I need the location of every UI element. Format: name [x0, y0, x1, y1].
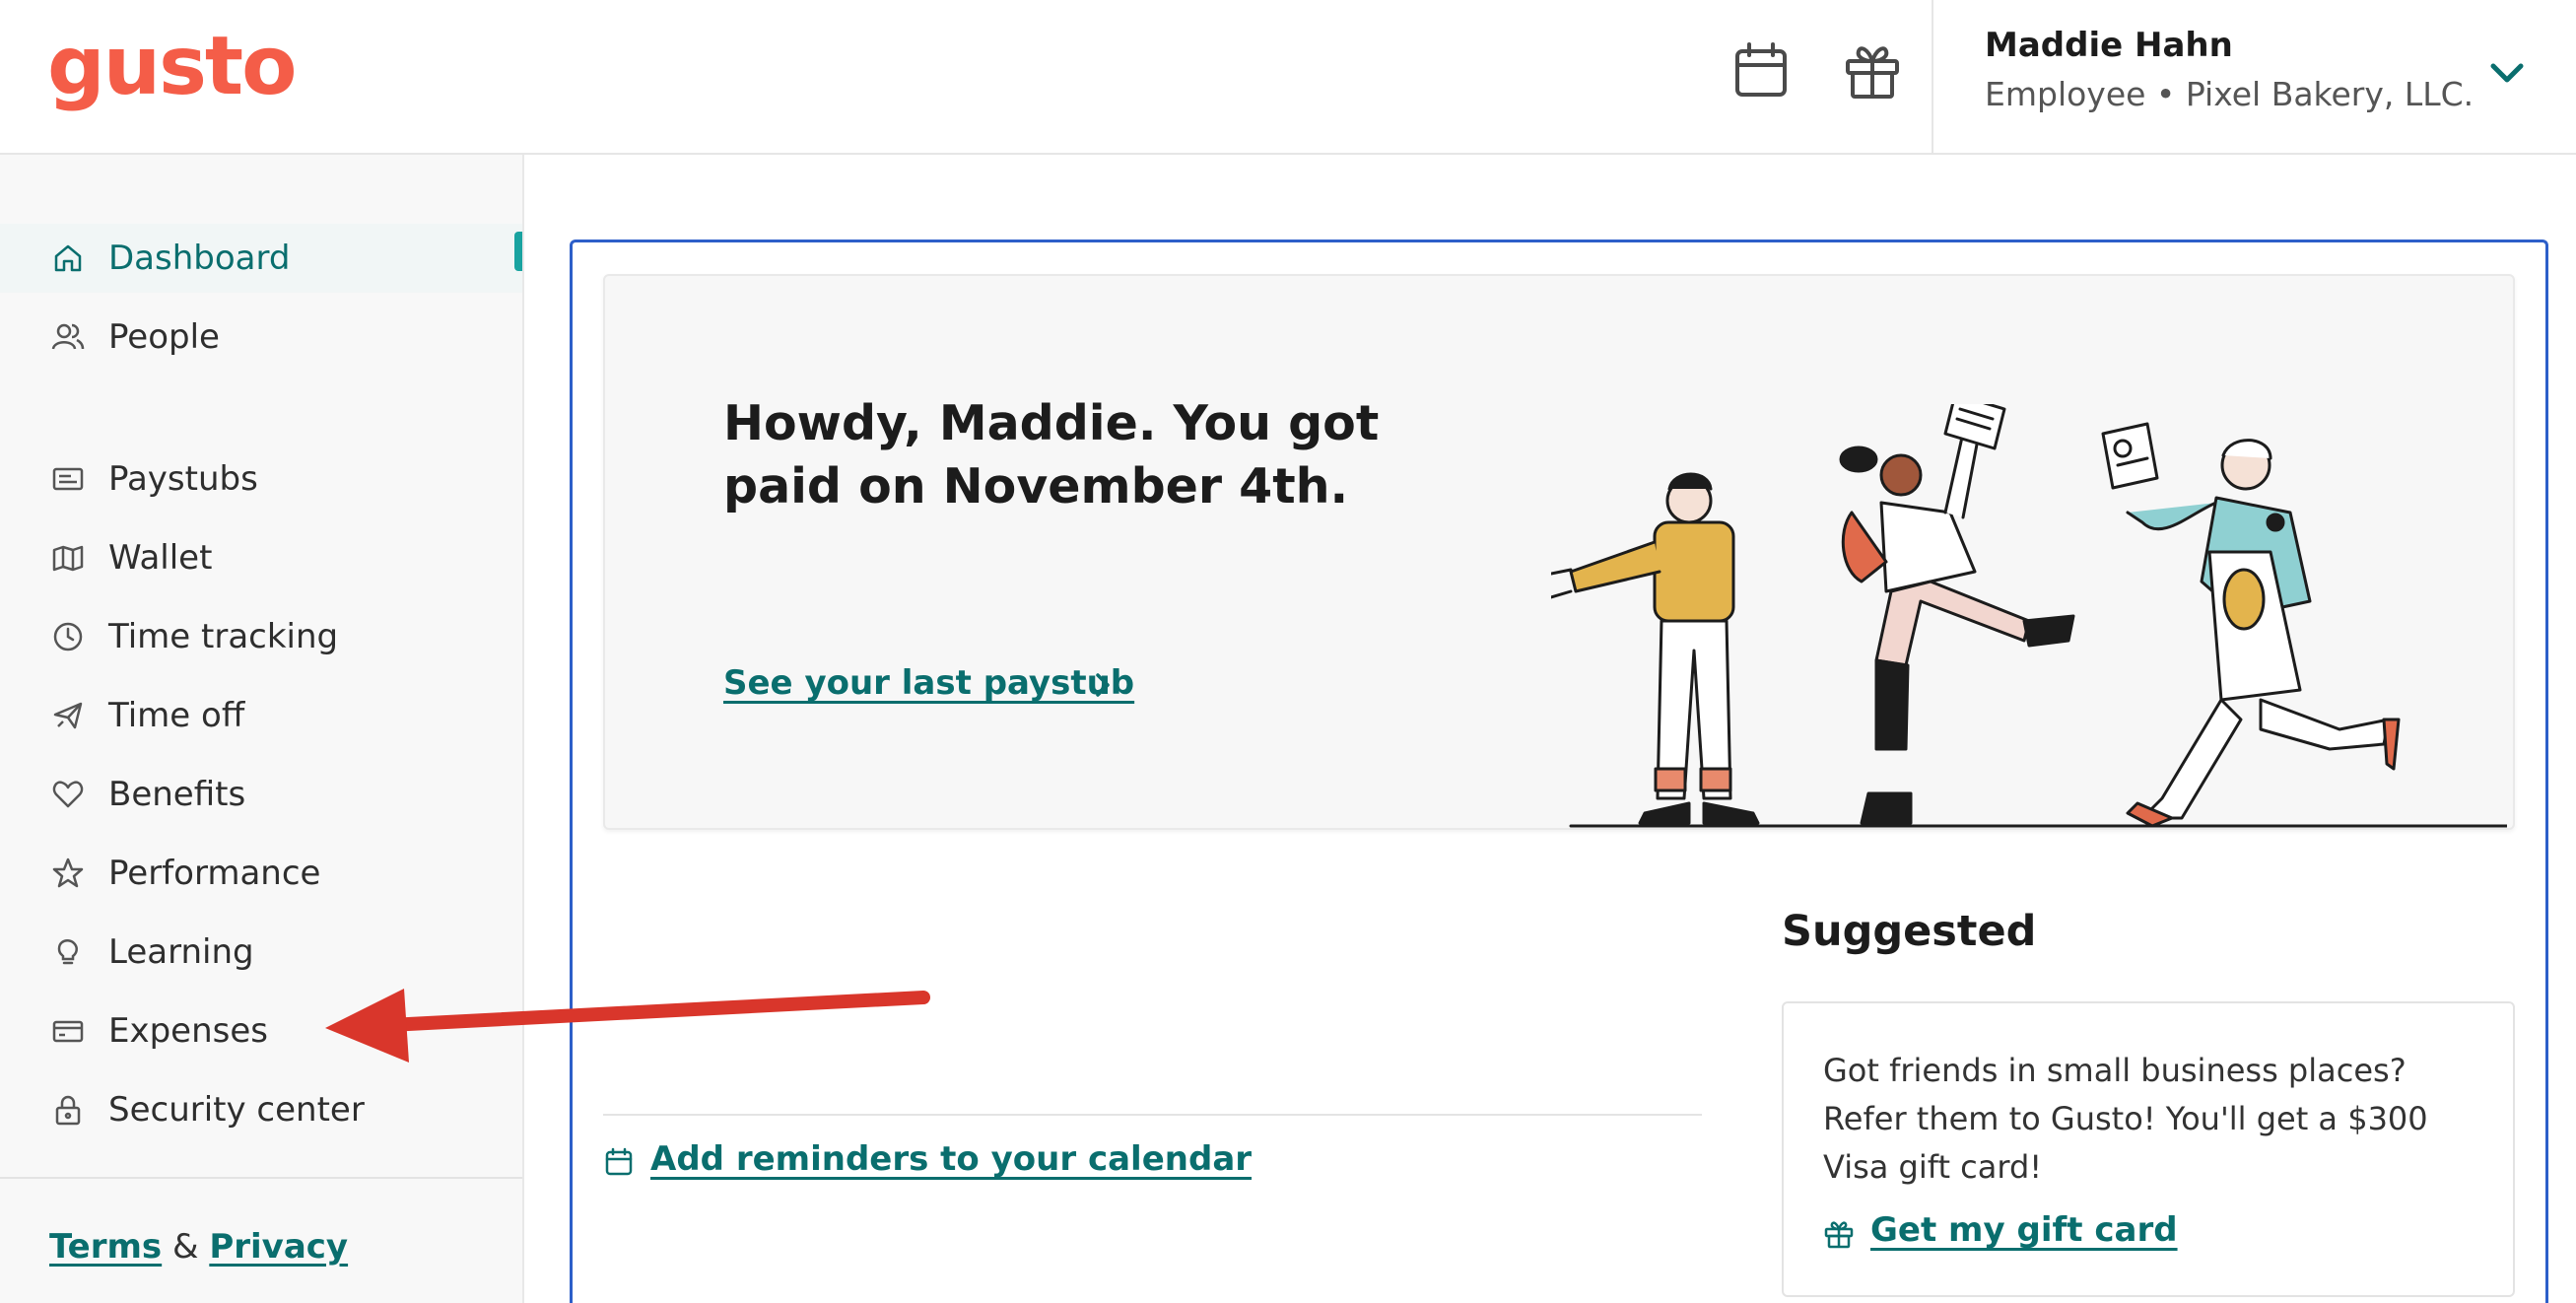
star-icon: [52, 857, 84, 888]
heart-icon: [52, 781, 84, 808]
sidebar-item-label: Learning: [108, 932, 254, 972]
gift-icon[interactable]: [1823, 1218, 1855, 1250]
sidebar-item-benefits[interactable]: Benefits: [0, 760, 522, 829]
sidebar-item-dashboard[interactable]: Dashboard: [0, 224, 522, 293]
sidebar-item-label: Performance: [108, 854, 321, 893]
home-icon: [54, 244, 82, 272]
sidebar-item-time-off[interactable]: Time off: [0, 681, 522, 750]
plane-icon: [53, 702, 83, 729]
legal-links: Terms & Privacy: [49, 1227, 348, 1267]
gift-icon[interactable]: [1841, 39, 1904, 103]
user-name: Maddie Hahn: [1985, 26, 2233, 65]
gusto-logo[interactable]: gusto: [47, 20, 297, 113]
sidebar: Dashboard People Paystubs Wallet Time tr…: [0, 155, 524, 1303]
paycheck-hero-card: Howdy, Maddie. You got paid on November …: [603, 274, 2515, 830]
sidebar-item-label: Benefits: [108, 775, 246, 814]
wallet-icon: [52, 545, 84, 572]
hero-greeting: Howdy, Maddie. You got paid on November …: [723, 395, 1380, 514]
sidebar-divider: [0, 1177, 522, 1179]
legal-ampersand: &: [171, 1227, 199, 1267]
sidebar-item-learning[interactable]: Learning: [0, 918, 522, 987]
sidebar-item-label: People: [108, 317, 220, 357]
see-last-paystub-link[interactable]: See your last paystub: [723, 663, 1134, 703]
privacy-link[interactable]: Privacy: [209, 1227, 348, 1267]
lock-icon: [55, 1095, 81, 1126]
sidebar-item-people[interactable]: People: [0, 303, 522, 372]
add-reminders-link[interactable]: Add reminders to your calendar: [650, 1139, 1252, 1179]
sidebar-item-label: Expenses: [108, 1011, 268, 1051]
referral-text: Got friends in small business places? Re…: [1823, 1052, 2428, 1186]
user-role: Employee • Pixel Bakery, LLC.: [1985, 75, 2474, 113]
active-indicator: [514, 232, 522, 271]
sidebar-item-security-center[interactable]: Security center: [0, 1075, 522, 1144]
account-menu[interactable]: Maddie Hahn Employee • Pixel Bakery, LLC…: [1932, 0, 2576, 153]
section-divider: [603, 1114, 1702, 1116]
card-icon: [52, 1020, 84, 1043]
lightbulb-icon: [57, 939, 78, 965]
referral-card: Got friends in small business places? Re…: [1782, 1001, 2515, 1297]
sidebar-item-wallet[interactable]: Wallet: [0, 523, 522, 592]
sidebar-item-label: Time off: [108, 696, 245, 735]
chevron-down-icon[interactable]: [2485, 51, 2529, 95]
calendar-icon[interactable]: [1729, 39, 1793, 103]
terms-link[interactable]: Terms: [49, 1227, 162, 1267]
sidebar-item-label: Security center: [108, 1090, 365, 1130]
celebration-illustration: [1551, 404, 2507, 828]
sidebar-item-paystubs[interactable]: Paystubs: [0, 445, 522, 514]
sidebar-item-label: Paystubs: [108, 459, 258, 499]
sidebar-item-label: Wallet: [108, 538, 213, 578]
chevron-right-icon[interactable]: [1088, 670, 1118, 700]
clock-icon: [53, 622, 83, 652]
sidebar-item-performance[interactable]: Performance: [0, 839, 522, 908]
top-header: gusto Maddie Hahn Employee • Pixel Baker…: [0, 0, 2576, 155]
sidebar-item-time-tracking[interactable]: Time tracking: [0, 602, 522, 671]
sidebar-item-label: Time tracking: [108, 617, 339, 656]
paystub-icon: [52, 467, 84, 491]
sidebar-item-expenses[interactable]: Expenses: [0, 996, 522, 1065]
calendar-icon[interactable]: [603, 1146, 635, 1178]
sidebar-item-label: Dashboard: [108, 239, 291, 278]
get-gift-card-link[interactable]: Get my gift card: [1870, 1210, 2178, 1250]
people-icon: [51, 323, 85, 350]
suggested-heading: Suggested: [1782, 907, 2037, 956]
